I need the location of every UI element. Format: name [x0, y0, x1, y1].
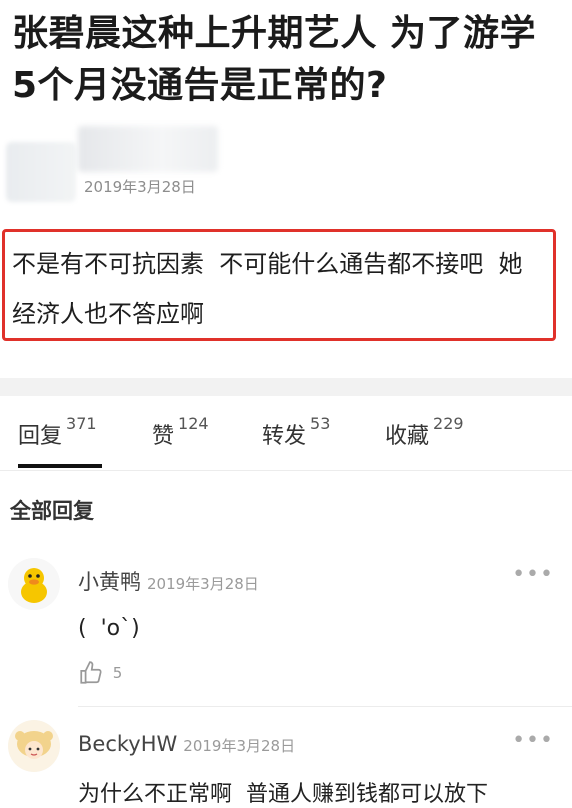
comment-date: 2019年3月28日 — [183, 737, 296, 755]
tab-label: 收藏 — [385, 424, 430, 449]
comment-author[interactable]: BeckyHW 2019年3月28日 — [78, 732, 295, 756]
post-body: 不是有不可抗因素 不可能什么通告都不接吧 她经济人也不答应啊 — [12, 250, 523, 328]
comment-date: 2019年3月28日 — [147, 575, 259, 593]
section-divider — [0, 378, 572, 396]
all-replies-heading: 全部回复 — [10, 499, 94, 523]
like-button[interactable]: 5 — [78, 660, 122, 686]
comment-author-name: BeckyHW — [78, 732, 178, 756]
thumbs-up-icon — [80, 661, 102, 684]
post-title: 张碧晨这种上升期艺人 为了游学 5个月没通告是正常的? — [12, 13, 537, 106]
tab-bar: 回复371 赞124 转发53 收藏229 — [0, 398, 572, 471]
comment-text: 为什么不正常啊 普通人赚到钱都可以放下 — [78, 782, 488, 807]
more-icon[interactable]: ••• — [512, 562, 554, 587]
duck-avatar-icon[interactable] — [8, 558, 60, 610]
comment-author-name: 小黄鸭 — [78, 570, 141, 594]
tab-likes[interactable]: 赞124 — [152, 414, 209, 450]
tab-label: 回复 — [18, 424, 63, 449]
author-avatar[interactable] — [6, 142, 76, 202]
author-name-blurred — [78, 126, 218, 172]
tab-reposts[interactable]: 转发53 — [262, 414, 330, 450]
tab-count: 371 — [66, 414, 97, 433]
tab-label: 转发 — [262, 424, 307, 449]
tab-favorites[interactable]: 收藏229 — [385, 414, 464, 450]
post-date: 2019年3月28日 — [84, 178, 196, 196]
tab-count: 53 — [310, 414, 331, 433]
comment-divider — [78, 706, 572, 707]
tab-count: 124 — [178, 414, 209, 433]
tab-label: 赞 — [152, 424, 175, 449]
more-icon[interactable]: ••• — [512, 728, 554, 753]
tab-replies[interactable]: 回复371 — [18, 414, 97, 450]
cartoon-avatar-icon[interactable] — [8, 720, 60, 772]
active-tab-indicator — [18, 464, 102, 468]
comment-text: ( 'o`) — [78, 616, 140, 641]
comment-author[interactable]: 小黄鸭 2019年3月28日 — [78, 566, 259, 596]
like-count: 5 — [112, 663, 123, 682]
tab-count: 229 — [433, 414, 464, 433]
